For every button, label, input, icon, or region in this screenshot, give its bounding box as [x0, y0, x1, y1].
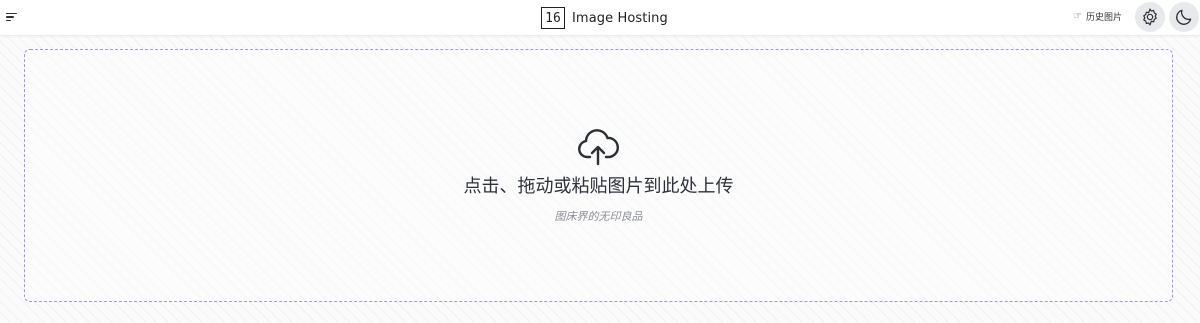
pointing-hand-icon: ☞ [1073, 11, 1082, 22]
upload-subtitle: 图床界的无印良品 [554, 210, 643, 223]
app-name: Image Hosting [572, 10, 668, 26]
logo: 16 [541, 7, 565, 29]
cloud-upload-icon [578, 129, 619, 166]
upload-title: 点击、拖动或粘贴图片到此处上传 [463, 176, 734, 197]
settings-button[interactable] [1135, 2, 1165, 32]
gear-icon [1143, 8, 1157, 26]
menu-icon[interactable] [6, 10, 20, 24]
theme-toggle-button[interactable] [1169, 2, 1199, 32]
history-images-link[interactable]: ☞ 历史图片 [1073, 10, 1122, 23]
history-label: 历史图片 [1085, 13, 1122, 23]
top-bar: 16 Image Hosting ☞ 历史图片 [0, 0, 1200, 36]
brand[interactable]: 16 Image Hosting [541, 5, 668, 31]
moon-icon [1176, 9, 1192, 25]
